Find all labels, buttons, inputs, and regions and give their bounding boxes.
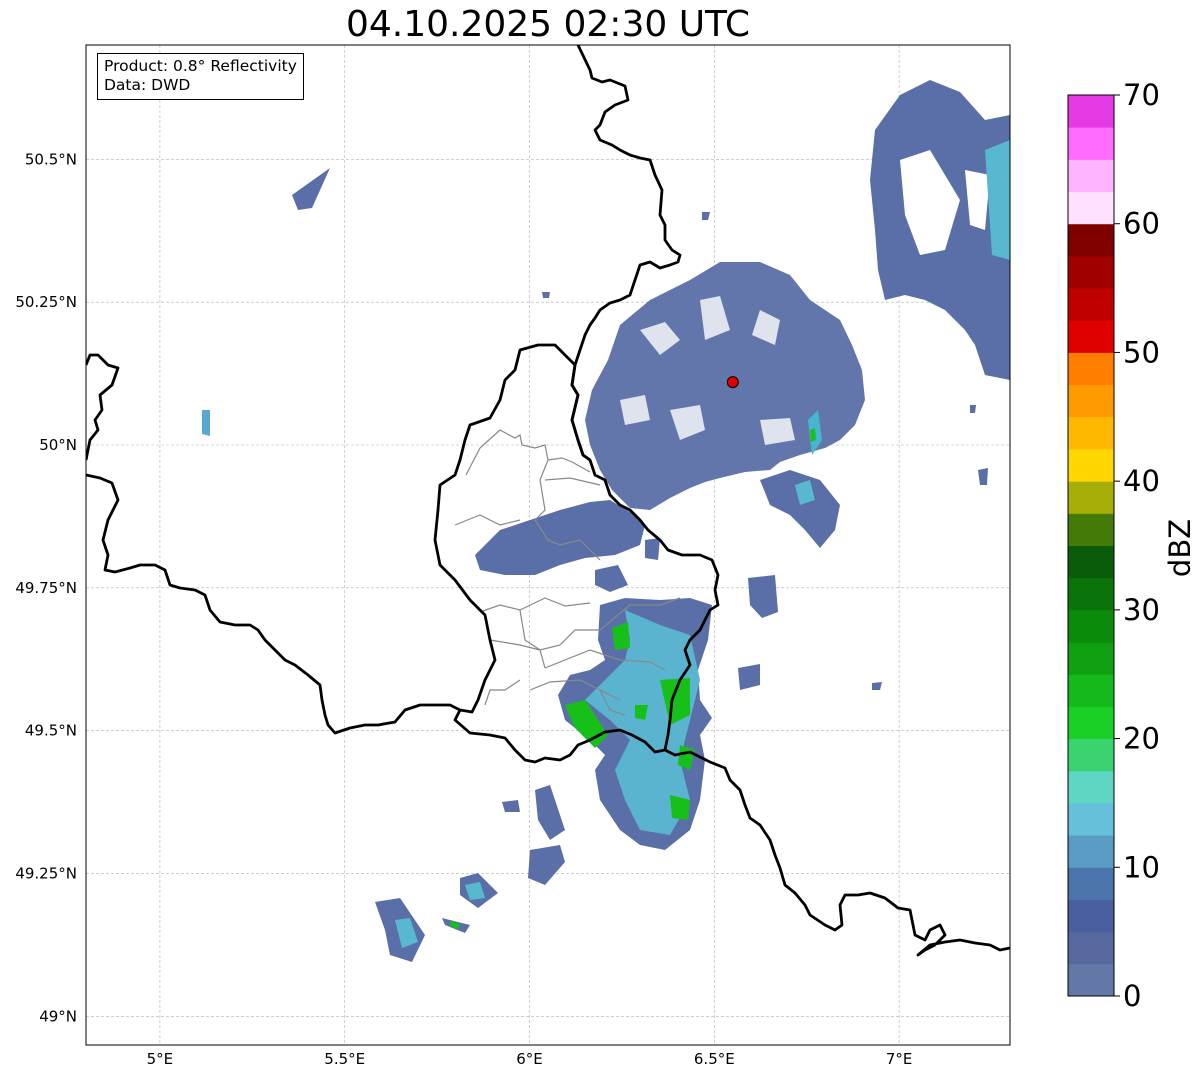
- echo-lux-small: [645, 538, 660, 560]
- y-tick-label: 50.25°N: [15, 293, 77, 311]
- y-tick-label: 49.25°N: [15, 865, 77, 883]
- colorbar-segment: [1068, 191, 1114, 225]
- x-axis-ticks: 5°E 5.5°E 6°E 6.5°E 7°E: [147, 1050, 913, 1068]
- colorbar-tick-label: 10: [1123, 850, 1160, 884]
- colorbar-segment: [1068, 416, 1114, 450]
- colorbar-segment: [1068, 95, 1114, 128]
- colorbar-ticks: 0 10 20 30 40 50 60 70: [1123, 78, 1160, 1013]
- y-tick-label: 50.5°N: [25, 150, 77, 168]
- echo-sw-cell-5: [502, 800, 520, 812]
- y-tick-label: 49°N: [39, 1007, 77, 1025]
- colorbar-segment: [1068, 288, 1114, 321]
- x-tick-label: 7°E: [886, 1050, 913, 1068]
- colorbar-segment: [1068, 255, 1114, 289]
- product-info-box: Product: 0.8° Reflectivity Data: DWD: [97, 53, 304, 100]
- colorbar-segment: [1068, 481, 1114, 514]
- x-tick-label: 5.5°E: [324, 1050, 365, 1068]
- colorbar-segment: [1068, 320, 1114, 353]
- y-tick-label: 49.5°N: [25, 722, 77, 740]
- colorbar-segment: [1068, 159, 1114, 193]
- data-source-label: Data: DWD: [104, 76, 191, 94]
- colorbar-tick-label: 20: [1123, 722, 1160, 756]
- colorbar-segment: [1068, 609, 1114, 643]
- colorbar-tick-label: 40: [1123, 464, 1160, 498]
- colorbar-segment: [1068, 448, 1114, 482]
- y-tick-label: 50°N: [39, 436, 77, 454]
- colorbar-segment: [1068, 223, 1114, 257]
- colorbar-segment: [1068, 127, 1114, 160]
- colorbar-segment: [1068, 384, 1114, 418]
- colorbar-segment: [1068, 577, 1114, 611]
- colorbar-segment: [1068, 674, 1114, 707]
- echo-e-cell-6: [542, 292, 550, 298]
- colorbar-tick-label: 0: [1123, 979, 1141, 1013]
- colorbar-segment: [1068, 770, 1114, 804]
- echo-radar-green: [810, 428, 816, 442]
- colorbar-segment: [1068, 931, 1114, 965]
- colorbar-segment: [1068, 738, 1114, 772]
- colorbar-segment: [1068, 545, 1114, 579]
- echo-e-cell-7: [970, 405, 976, 413]
- product-label: Product: 0.8° Reflectivity: [104, 57, 297, 75]
- colorbar-segment: [1068, 867, 1114, 900]
- colorbar: [1068, 94, 1120, 997]
- x-tick-label: 5°E: [147, 1050, 174, 1068]
- colorbar-tick-label: 30: [1123, 593, 1160, 627]
- colorbar-segment: [1068, 706, 1114, 740]
- colorbar-segment: [1068, 835, 1114, 868]
- radar-site-marker[interactable]: [726, 376, 739, 389]
- y-tick-label: 49.75°N: [15, 579, 77, 597]
- colorbar-tick-label: 70: [1123, 78, 1160, 112]
- echo-west-dot: [202, 410, 210, 436]
- colorbar-segment: [1068, 352, 1114, 386]
- colorbar-segment: [1068, 802, 1114, 836]
- y-axis-ticks: 49°N 49.25°N 49.5°N 49.75°N 50°N 50.25°N…: [15, 150, 77, 1025]
- colorbar-segment: [1068, 899, 1114, 933]
- colorbar-label: dBZ: [1163, 519, 1197, 577]
- radar-map[interactable]: 5°E 5.5°E 6°E 6.5°E 7°E 49°N 49.25°N 49.…: [0, 0, 1202, 1081]
- colorbar-segment: [1068, 513, 1114, 546]
- colorbar-segment: [1068, 642, 1114, 675]
- colorbar-tick-label: 60: [1123, 207, 1160, 241]
- colorbar-tick-label: 50: [1123, 335, 1160, 369]
- x-tick-label: 6°E: [516, 1050, 543, 1068]
- colorbar-segment: [1068, 963, 1114, 997]
- x-tick-label: 6.5°E: [694, 1050, 735, 1068]
